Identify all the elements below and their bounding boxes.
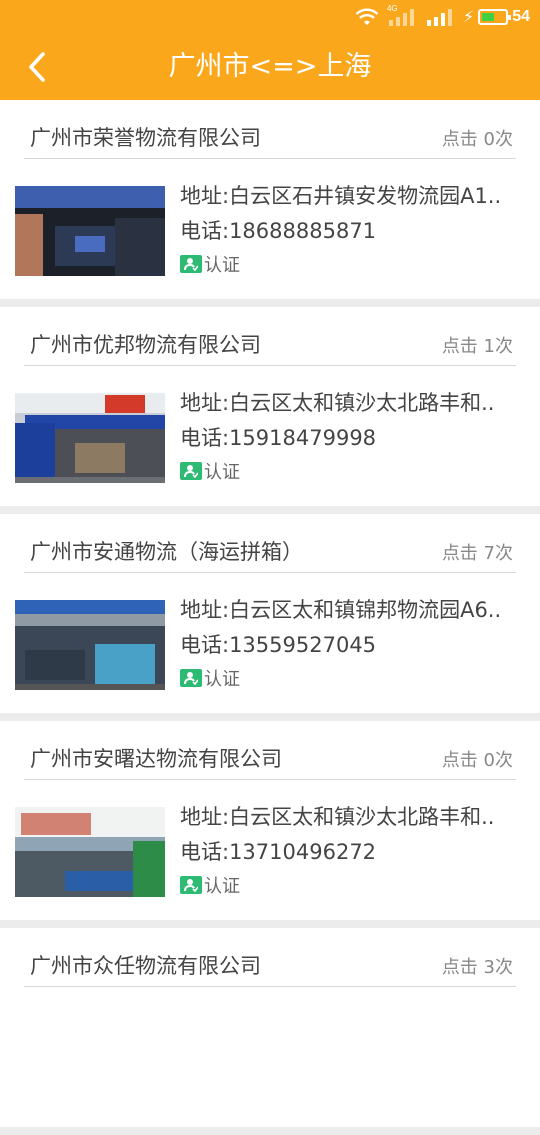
company-info: 地址:白云区太和镇沙太北路丰和.. 电话:15918479998 认证	[180, 387, 520, 484]
company-card[interactable]: 广州市荣誉物流有限公司 点击 0次 地址:白云区石井镇安发物流园A1.. 电话:…	[0, 100, 540, 299]
card-header: 广州市优邦物流有限公司 点击 1次	[24, 307, 516, 366]
company-phone[interactable]: 电话:13559527045	[180, 629, 520, 661]
certified-user-icon	[180, 876, 202, 894]
company-phone[interactable]: 电话:13710496272	[180, 836, 520, 868]
company-info: 地址:白云区太和镇锦邦物流园A6.. 电话:13559527045 认证	[180, 594, 520, 691]
certified-label: 认证	[204, 462, 240, 483]
battery-icon	[478, 9, 512, 25]
certified-badge: 认证	[180, 251, 520, 277]
card-header: 广州市安通物流（海运拼箱） 点击 7次	[24, 514, 516, 573]
signal-4g-icon: 4G	[386, 4, 417, 27]
charging-icon: ⚡	[462, 7, 475, 26]
certified-label: 认证	[204, 876, 240, 897]
click-count: 点击 3次	[441, 957, 513, 978]
wifi-icon	[355, 7, 379, 27]
status-bar: 4G ⚡ 54	[0, 0, 540, 36]
company-name: 广州市荣誉物流有限公司	[30, 126, 261, 150]
certified-label: 认证	[204, 669, 240, 690]
page-title: 广州市<=>上海	[168, 51, 372, 82]
certified-badge: 认证	[180, 665, 520, 691]
company-name: 广州市优邦物流有限公司	[30, 333, 261, 357]
app-bar: 广州市<=>上海	[0, 36, 540, 100]
click-count: 点击 0次	[441, 129, 513, 150]
status-icons: 4G ⚡ 54	[355, 4, 530, 28]
certified-label: 认证	[204, 255, 240, 276]
company-card[interactable]: 广州市安通物流（海运拼箱） 点击 7次 地址:白云区太和镇锦邦物流园A6.. 电…	[0, 514, 540, 713]
company-address: 地址:白云区石井镇安发物流园A1..	[180, 184, 502, 208]
certified-badge: 认证	[180, 458, 520, 484]
certified-user-icon	[180, 462, 202, 480]
click-count: 点击 1次	[441, 336, 513, 357]
signal-icon	[425, 7, 455, 27]
certified-user-icon	[180, 255, 202, 273]
battery-indicator: ⚡ 54	[463, 8, 530, 26]
card-header: 广州市众任物流有限公司 点击 3次	[24, 928, 516, 987]
company-list: 广州市荣誉物流有限公司 点击 0次 地址:白云区石井镇安发物流园A1.. 电话:…	[0, 100, 540, 1135]
company-address: 地址:白云区太和镇沙太北路丰和..	[180, 805, 495, 829]
company-photo	[15, 600, 165, 690]
company-photo	[15, 186, 165, 276]
card-header: 广州市安曙达物流有限公司 点击 0次	[24, 721, 516, 780]
company-name: 广州市众任物流有限公司	[30, 954, 261, 978]
company-info: 地址:白云区石井镇安发物流园A1.. 电话:18688885871 认证	[180, 180, 520, 277]
click-count: 点击 7次	[441, 543, 513, 564]
company-photo	[15, 807, 165, 897]
company-name: 广州市安通物流（海运拼箱）	[30, 540, 303, 564]
company-photo	[15, 393, 165, 483]
company-card[interactable]: 广州市优邦物流有限公司 点击 1次 地址:白云区太和镇沙太北路丰和.. 电话:1…	[0, 307, 540, 506]
certified-badge: 认证	[180, 872, 520, 898]
click-count: 点击 0次	[441, 750, 513, 771]
company-card[interactable]: 广州市众任物流有限公司 点击 3次	[0, 928, 540, 1127]
company-phone[interactable]: 电话:18688885871	[180, 215, 520, 247]
battery-percent: 54	[512, 8, 530, 25]
certified-user-icon	[180, 669, 202, 687]
company-card[interactable]: 广州市安曙达物流有限公司 点击 0次 地址:白云区太和镇沙太北路丰和.. 电话:…	[0, 721, 540, 920]
company-phone[interactable]: 电话:15918479998	[180, 422, 520, 454]
company-address: 地址:白云区太和镇沙太北路丰和..	[180, 391, 495, 415]
card-header: 广州市荣誉物流有限公司 点击 0次	[24, 100, 516, 159]
company-name: 广州市安曙达物流有限公司	[30, 747, 282, 771]
company-info: 地址:白云区太和镇沙太北路丰和.. 电话:13710496272 认证	[180, 801, 520, 898]
network-tag: 4G	[386, 4, 398, 13]
company-address: 地址:白云区太和镇锦邦物流园A6..	[180, 598, 502, 622]
